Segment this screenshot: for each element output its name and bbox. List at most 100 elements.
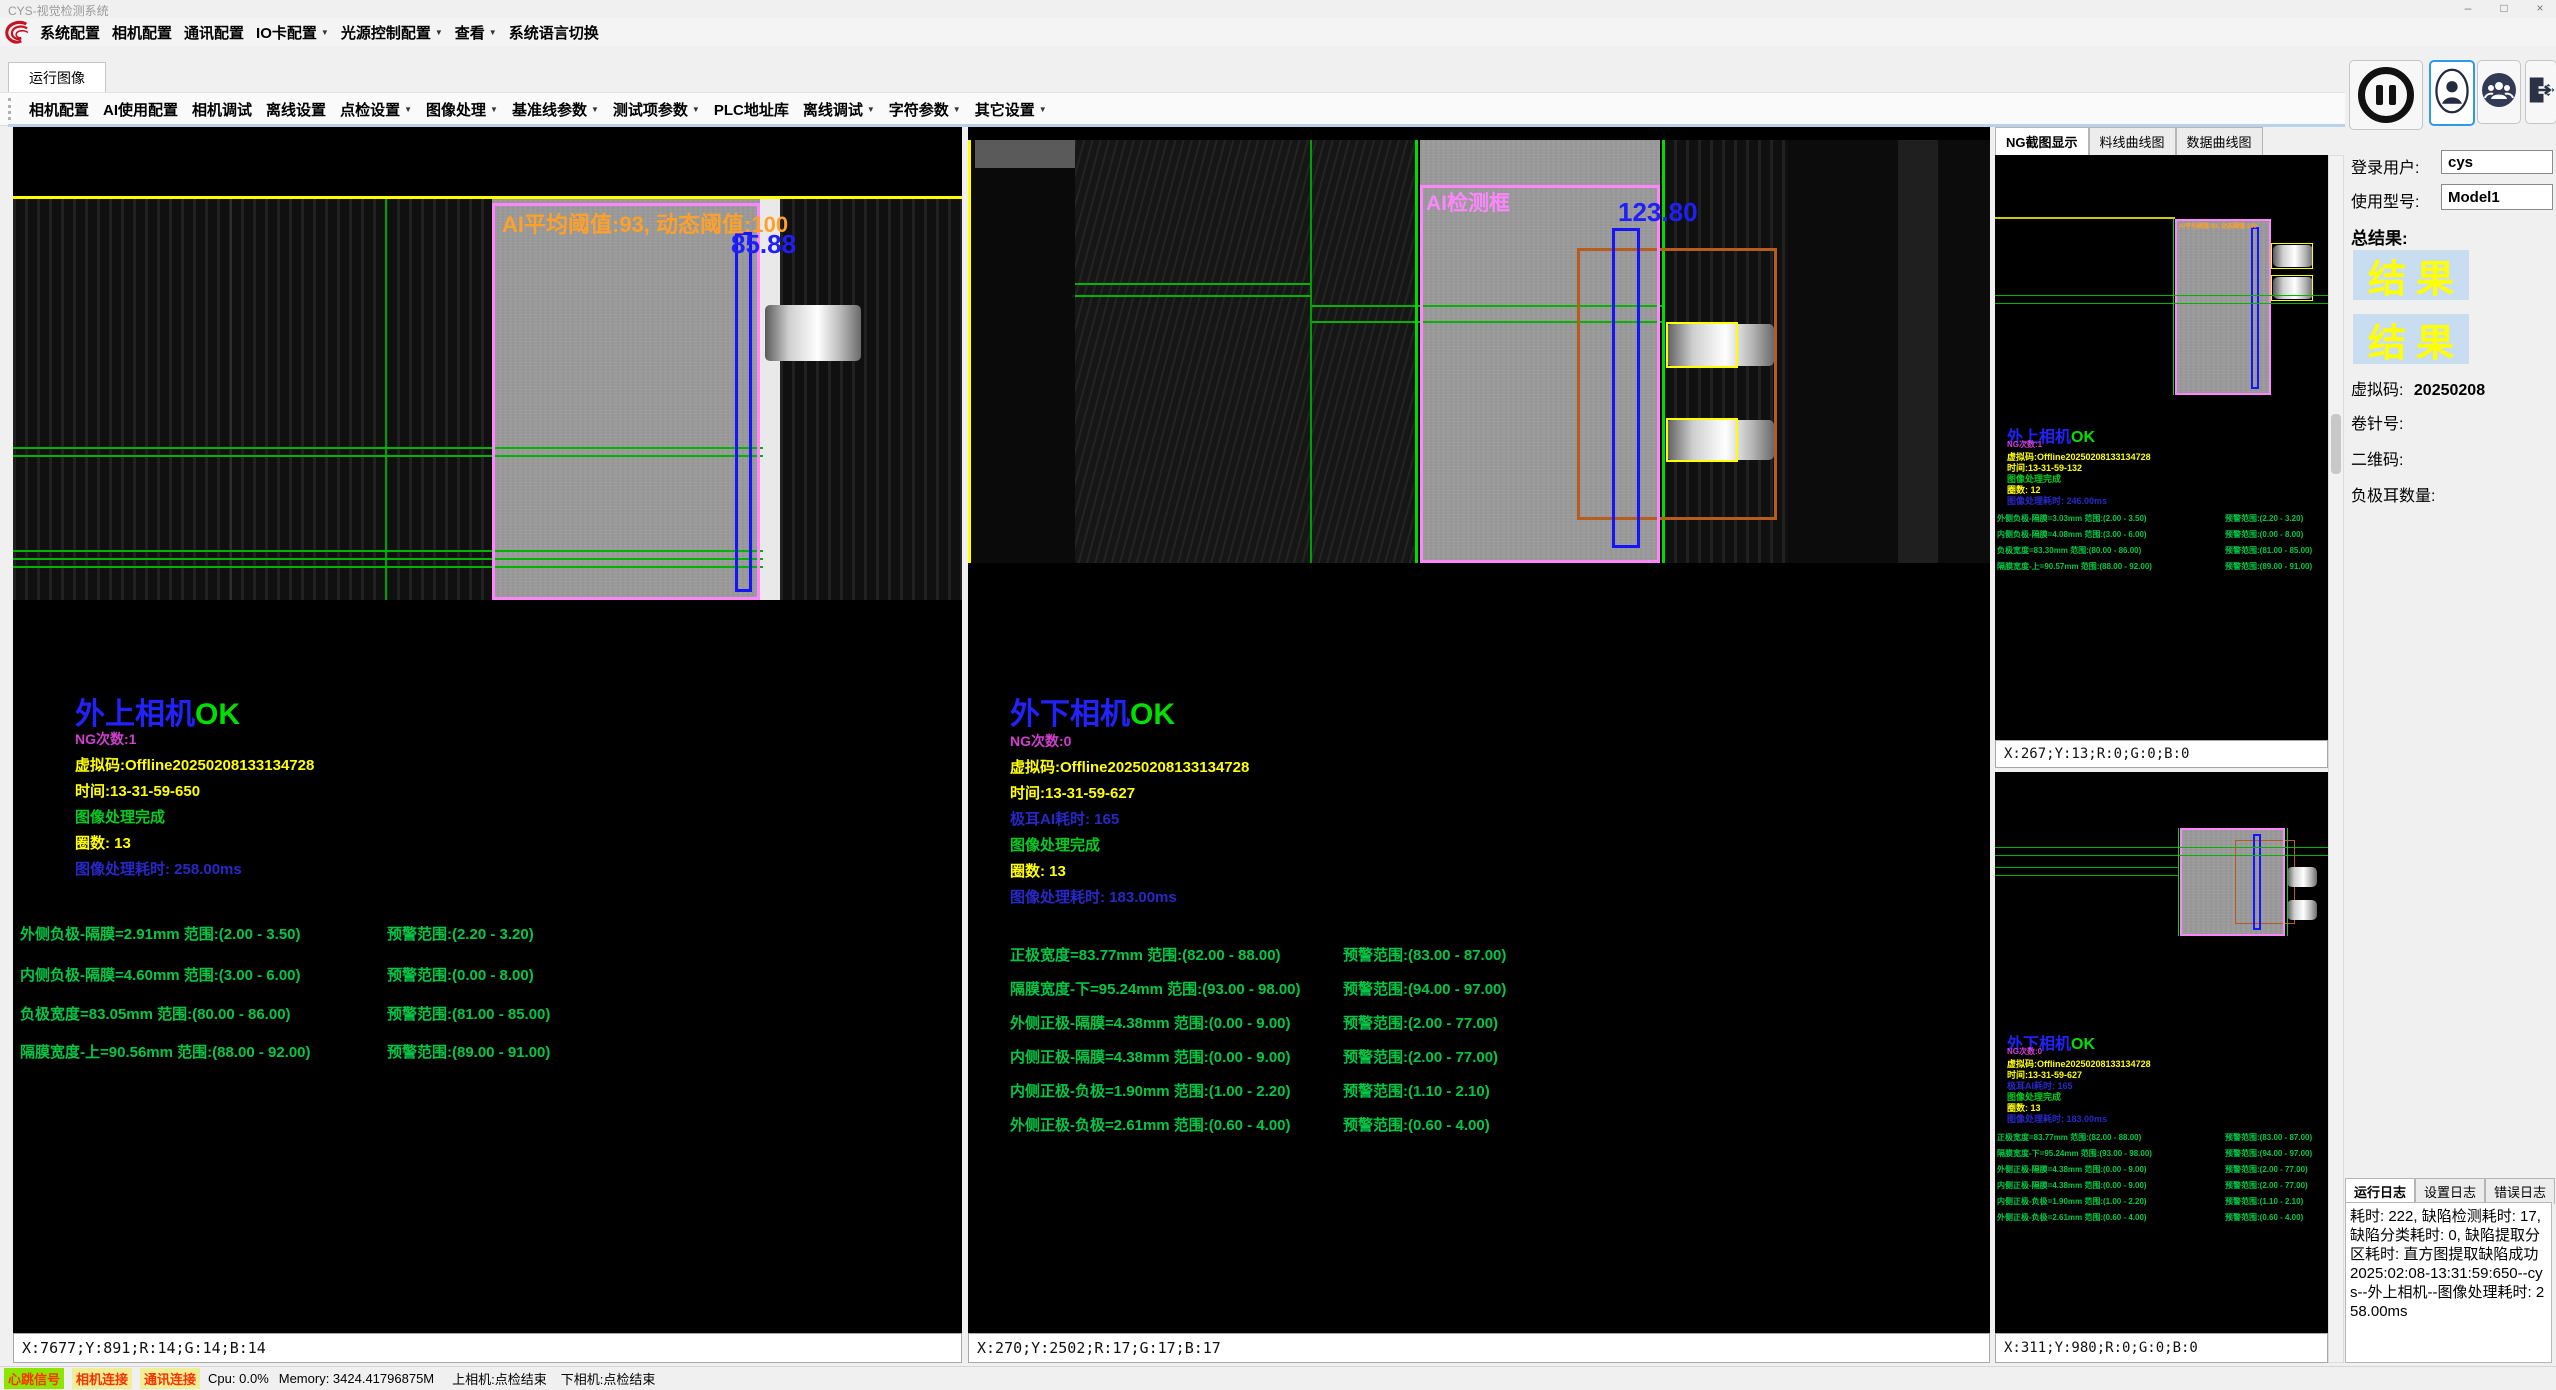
- mini-green-v: [2287, 828, 2288, 936]
- left-camera-view[interactable]: AI平均阈值:93, 动态阈值:100 85.88 外上相机OK NG次数:1 …: [13, 127, 962, 1333]
- mini-measure-warn: 预警范围:(94.00 - 97.00): [2225, 1148, 2312, 1159]
- mini-ng-count: NG次数:0: [2007, 1046, 2042, 1057]
- login-user-field[interactable]: cys: [2441, 150, 2553, 174]
- pause-button[interactable]: [2349, 60, 2423, 130]
- mini-green-h: [1995, 855, 2328, 856]
- measurement-row: 负极宽度=83.05mm 范围:(80.00 - 86.00): [20, 1003, 291, 1024]
- log-text: 耗时: 222, 缺陷检测耗时: 17, 缺陷分类耗时: 0, 缺陷提取分区耗时…: [2350, 1208, 2544, 1320]
- toolbar-item-spot-check-settings[interactable]: 点检设置▼: [333, 96, 419, 123]
- ai-detect-box-label: AI检测框: [1426, 187, 1510, 217]
- measurement-warn: 预警范围:(81.00 - 85.00): [387, 1003, 550, 1024]
- toolbar-item-offline-debug[interactable]: 离线调试▼: [796, 96, 882, 123]
- tab-material-curve[interactable]: 料线曲线图: [2089, 127, 2176, 155]
- measurement-warn: 预警范围:(94.00 - 97.00): [1343, 978, 1506, 999]
- maximize-icon[interactable]: □: [2488, 1, 2520, 15]
- roi-blue-box: [735, 232, 752, 592]
- result-text: 结果: [2358, 312, 2464, 367]
- menu-item-view[interactable]: 查看▼: [449, 19, 503, 46]
- ai-time-text: 极耳AI耗时: 165: [1010, 808, 1119, 829]
- photo-left-dark: [13, 199, 492, 600]
- menu-item-language-switch[interactable]: 系统语言切换: [503, 19, 605, 46]
- comm-link-status-badge: 通讯连接: [140, 1368, 200, 1389]
- mini-measure-warn: 预警范围:(81.00 - 85.00): [2225, 545, 2312, 556]
- close-icon[interactable]: ×: [2524, 1, 2556, 15]
- toolbar-item-camera-debug[interactable]: 相机调试: [185, 96, 259, 123]
- measurement-warn: 预警范围:(0.60 - 4.00): [1343, 1114, 1490, 1135]
- model-field[interactable]: Model1: [2441, 184, 2553, 210]
- chevron-down-icon: ▼: [867, 105, 875, 114]
- tab-run-log[interactable]: 运行日志: [2345, 1178, 2415, 1204]
- baseline-green-v2: [1415, 140, 1418, 563]
- mini-ng-count: NG次数:1: [2007, 439, 2042, 450]
- ng-thumbnail-upper[interactable]: AI平均阈值:93, 动态阈值:100 外上相机OK NG次数:1 虚拟码:Of…: [1995, 155, 2328, 740]
- measurement-row: 隔膜宽度-下=95.24mm 范围:(93.00 - 98.00): [1010, 978, 1301, 999]
- login-user-button[interactable]: [2429, 60, 2475, 126]
- toolbar-item-plc-address-lib[interactable]: PLC地址库: [707, 96, 796, 123]
- tab-ng-screenshot[interactable]: NG截图显示: [1995, 127, 2089, 155]
- toolbar-item-test-item-params[interactable]: 测试项参数▼: [606, 96, 707, 123]
- time-text: 时间:13-31-59-650: [75, 780, 200, 801]
- tab-data-curve[interactable]: 数据曲线图: [2176, 127, 2263, 155]
- menu-item-light-control-config[interactable]: 光源控制配置▼: [335, 19, 449, 46]
- menu-item-system-config[interactable]: 系统配置: [34, 19, 106, 46]
- tab-settings-log[interactable]: 设置日志: [2415, 1178, 2485, 1204]
- chevron-down-icon: ▼: [1039, 105, 1047, 114]
- ng-lower-coords-bar: X:311;Y:980;R:0;G:0;B:0: [1995, 1333, 2328, 1363]
- mini-roi-blue: [2253, 834, 2261, 930]
- app-window: CYS-视觉检测系统 – □ × 系统配置 相机配置 通讯配置 IO卡配置▼ 光…: [0, 0, 2556, 1390]
- camera-status-title: 外上相机OK: [75, 689, 240, 733]
- menu-item-io-card-config[interactable]: IO卡配置▼: [250, 19, 335, 46]
- mini-measure-row: 内侧正极-负极=1.90mm 范围:(1.00 - 2.20): [1997, 1196, 2147, 1207]
- photo-right-dark: [780, 199, 962, 600]
- upper-camera-status-text: 上相机:点检结束: [452, 1369, 547, 1388]
- user-group-button[interactable]: [2477, 60, 2521, 124]
- toolbar-item-camera-config[interactable]: 相机配置: [22, 96, 96, 123]
- mini-yellow-line: [1995, 217, 2175, 219]
- mini-measure-row: 外侧负极-隔膜=3.03mm 范围:(2.00 - 3.50): [1997, 513, 2147, 524]
- result-text: 结果: [2358, 248, 2464, 303]
- toolbar-item-image-processing[interactable]: 图像处理▼: [419, 96, 505, 123]
- ng-thumbnail-lower[interactable]: 外下相机OK NG次数:0 虚拟码:Offline202502081331347…: [1995, 772, 2328, 1333]
- loop-count-text: 圈数: 13: [75, 832, 131, 853]
- machine-part: [975, 140, 1075, 168]
- menu-item-comm-config[interactable]: 通讯配置: [178, 19, 250, 46]
- chevron-down-icon: ▼: [435, 28, 443, 37]
- tab-run-image[interactable]: 运行图像: [8, 62, 106, 93]
- toolbar-grip[interactable]: [8, 98, 11, 120]
- mini-green-v: [2178, 828, 2179, 936]
- toolbar-item-offline-settings[interactable]: 离线设置: [259, 96, 333, 123]
- measurement-warn: 预警范围:(89.00 - 91.00): [387, 1041, 550, 1062]
- minimize-icon[interactable]: –: [2452, 1, 2484, 15]
- toolbar-item-other-settings[interactable]: 其它设置▼: [968, 96, 1054, 123]
- scrollbar-thumb[interactable]: [2331, 414, 2341, 474]
- toolbar-item-ai-use-config[interactable]: AI使用配置: [96, 96, 185, 123]
- mini-roi-blue: [2251, 227, 2259, 389]
- tab-error-log[interactable]: 错误日志: [2485, 1178, 2555, 1204]
- mini-green-h: [1995, 295, 2328, 296]
- qr-code-label: 二维码:: [2351, 446, 2403, 470]
- virtual-code-text: 虚拟码:Offline20250208133134728: [75, 754, 314, 775]
- exit-button[interactable]: [2525, 60, 2556, 124]
- chevron-down-icon: ▼: [404, 105, 412, 114]
- result-box-upper: 结果: [2353, 250, 2469, 300]
- mini-metal-tab: [2287, 900, 2317, 920]
- cursor-coords: X:267;Y:13;R:0;G:0;B:0: [2004, 746, 2189, 762]
- mini-threshold-text: AI平均阈值:93, 动态阈值:100: [2179, 221, 2257, 230]
- mini-measure-warn: 预警范围:(2.20 - 3.20): [2225, 513, 2303, 524]
- right-camera-view[interactable]: AI检测框 123.80 外下相机OK NG次数:0 虚拟码:Offline20…: [968, 127, 1990, 1333]
- mini-green-h: [1995, 303, 2328, 304]
- toolbar-item-char-params[interactable]: 字符参数▼: [882, 96, 968, 123]
- sidebar-scrollbar[interactable]: [2328, 155, 2344, 1363]
- log-content[interactable]: 耗时: 222, 缺陷检测耗时: 17, 缺陷分类耗时: 0, 缺陷提取分区耗时…: [2345, 1202, 2552, 1363]
- menu-item-camera-config[interactable]: 相机配置: [106, 19, 178, 46]
- measurement-row: 内侧正极-负极=1.90mm 范围:(1.00 - 2.20): [1010, 1080, 1291, 1101]
- mini-measure-warn: 预警范围:(1.10 - 2.10): [2225, 1196, 2303, 1207]
- machine-column: [1898, 140, 1938, 563]
- window-title: CYS-视觉检测系统: [8, 2, 109, 19]
- roi-blue-box: [1612, 228, 1640, 548]
- elapsed-text: 图像处理耗时: 258.00ms: [75, 858, 242, 879]
- result-badge: OK: [195, 698, 240, 731]
- toolbar-item-baseline-params[interactable]: 基准线参数▼: [505, 96, 606, 123]
- roll-needle-label: 卷针号:: [2351, 410, 2403, 434]
- ng-count-text: NG次数:1: [75, 729, 136, 749]
